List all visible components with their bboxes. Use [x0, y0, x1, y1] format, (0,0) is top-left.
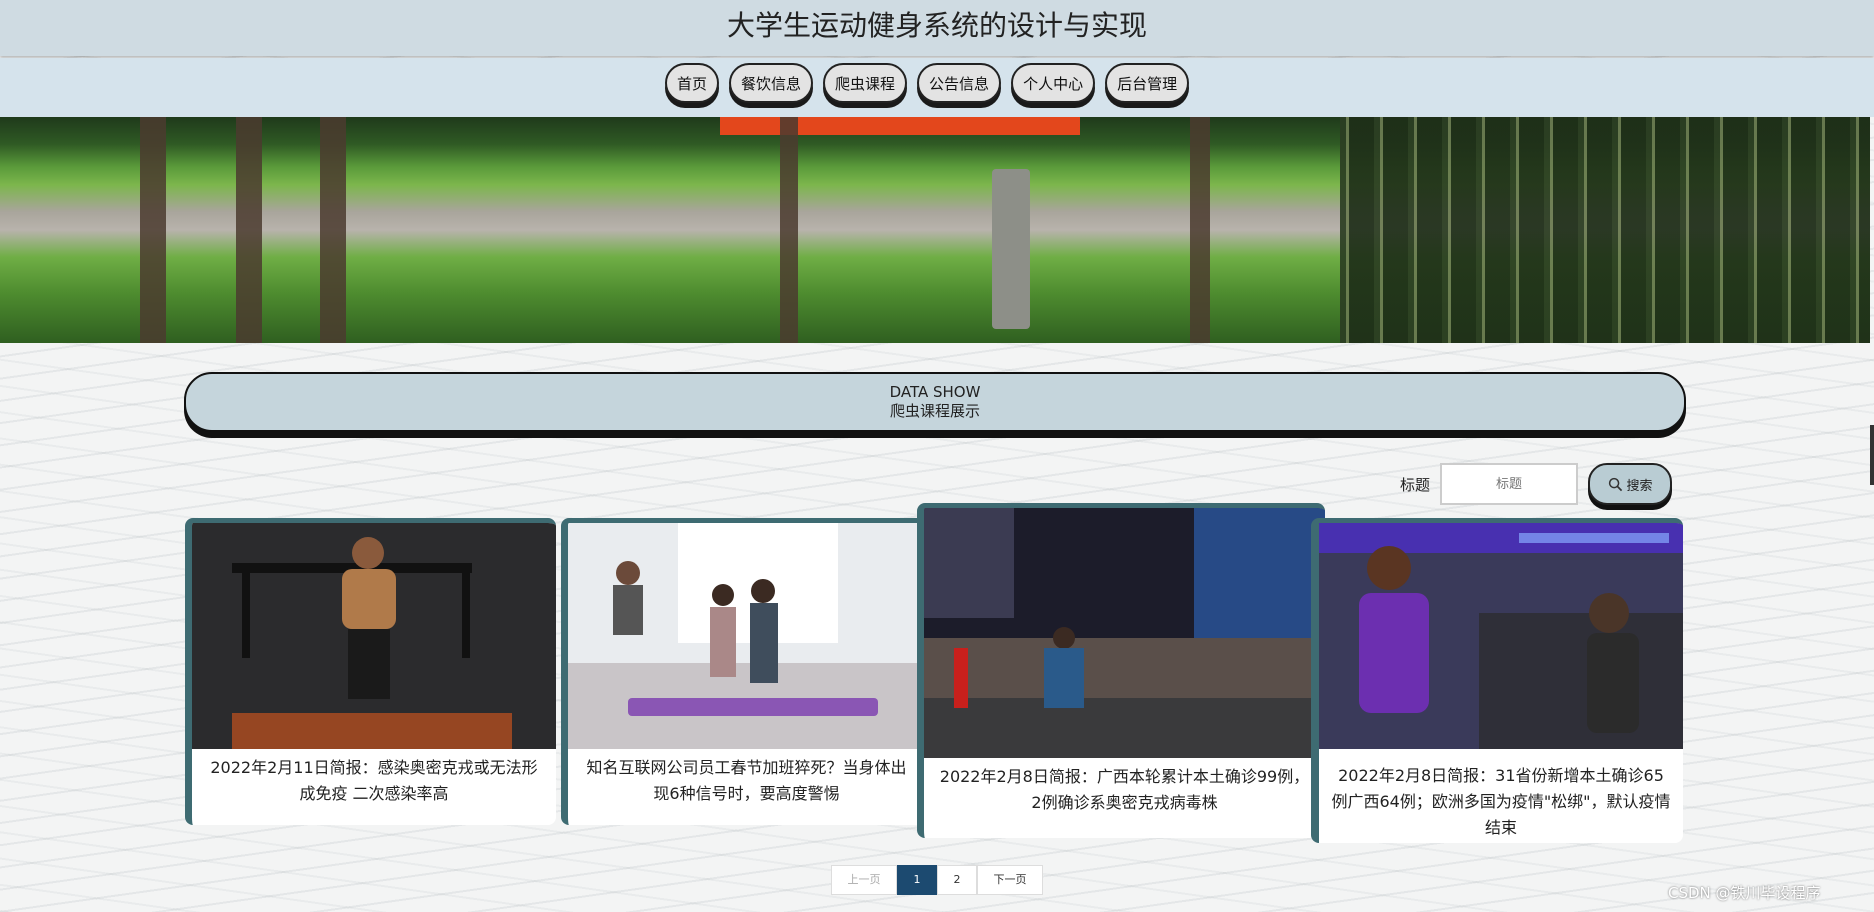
search-button-label: 搜索	[1626, 478, 1653, 494]
next-page-button[interactable]: 下一页	[977, 865, 1043, 895]
card-caption: 2022年2月8日简报：31省份新增本土确诊65例广西64例；欧洲多国为疫情"松…	[1331, 766, 1671, 837]
prev-page-button[interactable]: 上一页	[831, 865, 897, 895]
page-1-button[interactable]: 1	[897, 865, 937, 895]
section-title-en: DATA SHOW	[889, 383, 981, 401]
search-label: 标题	[1400, 475, 1431, 494]
nav-personal-center[interactable]: 个人中心	[1011, 63, 1096, 103]
site-title: 大学生运动健身系统的设计与实现	[726, 9, 1147, 42]
csdn-watermark: CSDN @铁川毕设程序	[1668, 884, 1821, 902]
course-card[interactable]: 2022年2月11日简报：感染奥密克戎或无法形成免疫 二次感染率高	[185, 518, 556, 825]
hero-bamboo-fence	[1340, 117, 1870, 343]
nav-crawler-courses[interactable]: 爬虫课程	[823, 63, 908, 103]
page-2-button[interactable]: 2	[937, 865, 977, 895]
search-icon	[1608, 477, 1622, 491]
search-button[interactable]: 搜索	[1588, 463, 1673, 505]
hero-tree	[140, 117, 166, 343]
hero-tree	[320, 117, 346, 343]
card-caption: 2022年2月8日简报：广西本轮累计本土确诊99例，2例确诊系奥密克戎病毒株	[939, 767, 1310, 812]
search-bar: 标题 搜索	[1400, 462, 1673, 506]
hero-lamp-post	[992, 169, 1030, 329]
nav-announcements[interactable]: 公告信息	[917, 63, 1002, 103]
hero-tree	[780, 117, 798, 343]
hero-banner-image	[0, 117, 1870, 343]
card-thumbnail-image	[568, 523, 925, 749]
search-input[interactable]	[1440, 463, 1579, 505]
hero-tree	[1190, 117, 1210, 343]
card-caption: 2022年2月11日简报：感染奥密克戎或无法形成免疫 二次感染率高	[210, 758, 538, 803]
hero-flowerbed	[720, 117, 1080, 135]
nav-dining-info[interactable]: 餐饮信息	[729, 63, 814, 103]
card-thumbnail-image	[924, 508, 1325, 758]
card-thumbnail-image	[1319, 523, 1683, 749]
main-nav: 首页 餐饮信息 爬虫课程 公告信息 个人中心 后台管理	[0, 58, 1874, 117]
nav-list: 首页 餐饮信息 爬虫课程 公告信息 个人中心 后台管理	[665, 63, 1190, 103]
nav-admin[interactable]: 后台管理	[1105, 63, 1190, 103]
card-thumbnail-image	[192, 523, 556, 749]
course-card[interactable]: 2022年2月8日简报：31省份新增本土确诊65例广西64例；欧洲多国为疫情"松…	[1311, 518, 1683, 843]
title-bar: 大学生运动健身系统的设计与实现	[0, 0, 1874, 56]
course-card-hovered[interactable]: 2022年2月8日简报：广西本轮累计本土确诊99例，2例确诊系奥密克戎病毒株	[917, 503, 1325, 838]
course-card[interactable]: 知名互联网公司员工春节加班猝死？当身体出现6种信号时，要高度警惕	[561, 518, 925, 825]
hero-tree	[236, 117, 262, 343]
nav-home[interactable]: 首页	[665, 63, 720, 103]
section-title-cn: 爬虫课程展示	[889, 402, 980, 420]
pagination: 上一页 1 2 下一页	[831, 865, 1043, 895]
section-header: DATA SHOW 爬虫课程展示	[184, 372, 1686, 432]
scrollbar-thumb[interactable]	[1870, 425, 1874, 485]
card-caption: 知名互联网公司员工春节加班猝死？当身体出现6种信号时，要高度警惕	[586, 758, 907, 803]
